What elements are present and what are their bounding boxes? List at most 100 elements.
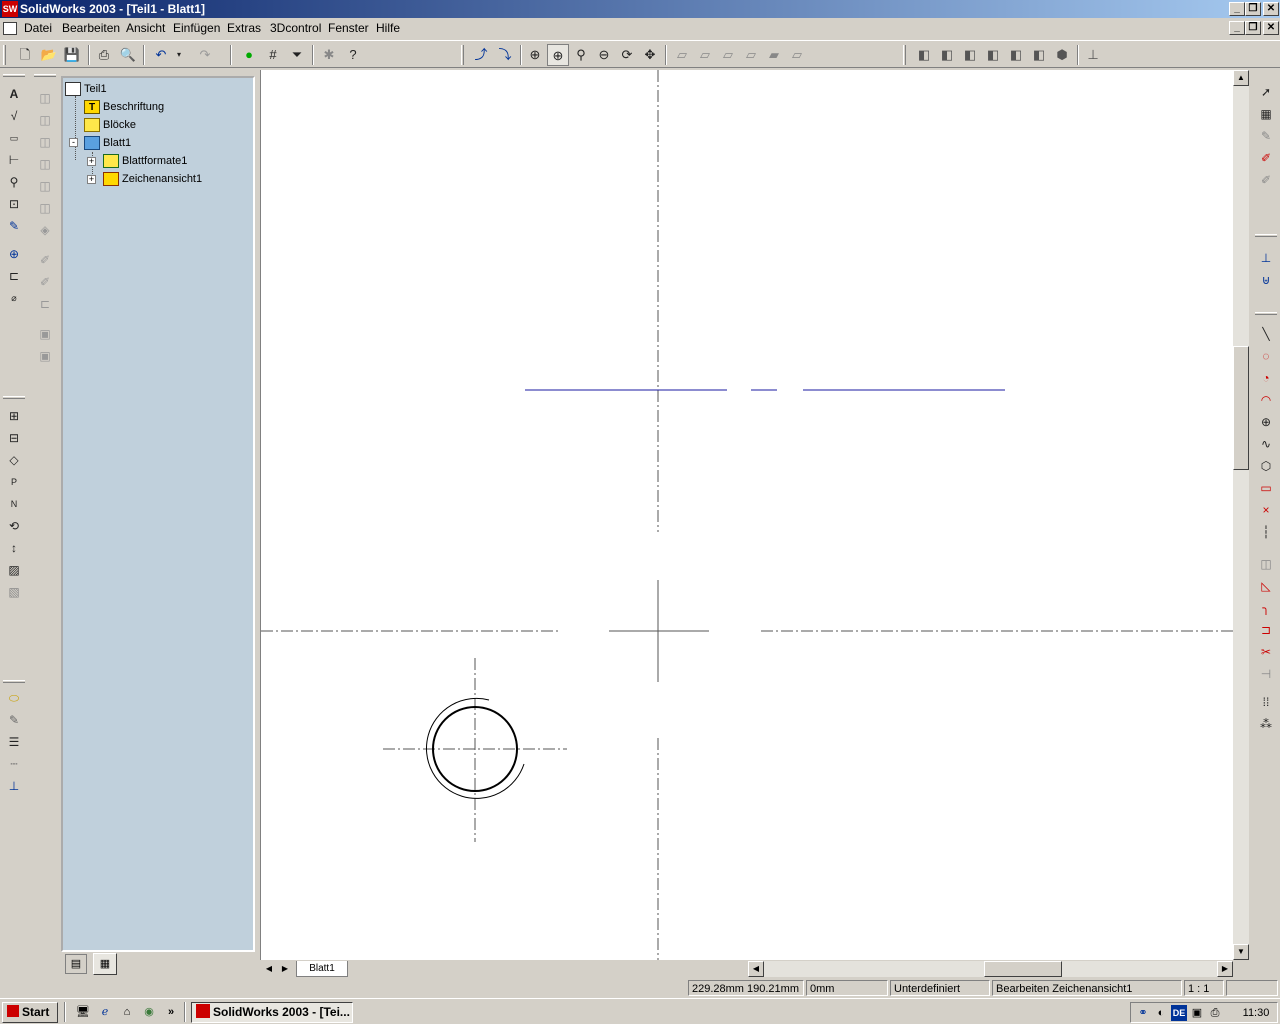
point-icon[interactable]: × (1256, 500, 1276, 520)
rebuild-icon[interactable]: ● (238, 44, 260, 66)
quicklaunch-more-icon[interactable]: » (164, 1003, 178, 1021)
vertical-scrollbar[interactable]: ▲ ▼ (1233, 70, 1249, 960)
model-view-icon[interactable]: ◫ (35, 88, 55, 108)
rotate-icon[interactable]: ⟲ (4, 516, 24, 536)
undo-dropdown-icon[interactable]: ▾ (168, 44, 190, 66)
prev-sheet-icon[interactable]: ◀ (262, 962, 276, 976)
offset-icon[interactable]: ⊐ (1256, 620, 1276, 640)
doc-close-button[interactable]: ✕ (1263, 21, 1279, 35)
left-view-icon[interactable]: ◧ (959, 44, 981, 66)
tree-item-blattformate1[interactable]: Blattformate1 (103, 152, 187, 170)
quicklaunch-ie-icon[interactable]: ℯ (96, 1003, 114, 1021)
restore-button[interactable]: ❐ (1245, 2, 1261, 16)
layer-icon[interactable]: ◇ (4, 450, 24, 470)
crop-view-icon[interactable]: ◈ (35, 220, 55, 240)
menu-extras[interactable]: Extras (223, 21, 265, 36)
quicklaunch-network-icon[interactable]: ⌂ (118, 1003, 136, 1021)
tray-device-icon[interactable]: ⎙ (1207, 1005, 1223, 1021)
smart-dimension-icon[interactable]: ✐ (1256, 148, 1276, 168)
relative-view-icon[interactable]: ▣ (35, 324, 55, 344)
tree-root-teil1[interactable]: Teil1 (65, 80, 107, 98)
predefined-view-icon[interactable]: ▣ (35, 346, 55, 366)
tangent-arc-icon[interactable]: ◔ (1256, 368, 1276, 388)
toolbar-grip[interactable] (3, 45, 6, 65)
help-icon[interactable]: ? (342, 44, 364, 66)
datum-target-icon[interactable]: ⊡ (4, 194, 24, 214)
detail-view-icon[interactable]: ◫ (35, 198, 55, 218)
linear-pattern-icon[interactable]: ⁞⁞ (1256, 692, 1276, 712)
fillet-icon[interactable]: ◺ (1256, 576, 1276, 596)
menu-datei[interactable]: Datei (20, 21, 56, 36)
three-point-arc-icon[interactable]: ◠ (1256, 390, 1276, 410)
circle-icon[interactable]: ⊕ (1256, 412, 1276, 432)
doc-restore-button[interactable]: ❐ (1245, 21, 1261, 35)
sketch-entity-icon[interactable]: ✐ (1256, 170, 1276, 190)
filter-icon[interactable]: ⏷ (286, 44, 308, 66)
centerline-icon[interactable]: ┆ (1256, 522, 1276, 542)
align-icon[interactable]: ⊞ (4, 406, 24, 426)
standard-3-view-icon[interactable]: ◫ (35, 110, 55, 130)
toolbar-grip-view[interactable] (461, 45, 464, 65)
align-grid-icon[interactable]: ⊟ (4, 428, 24, 448)
redo-icon[interactable]: ↷ (194, 44, 216, 66)
layer-properties-icon[interactable]: ⬭ (4, 688, 24, 708)
trim-icon[interactable]: ✂ (1256, 642, 1276, 662)
diameter-icon[interactable]: ⌀ (4, 288, 24, 308)
polygon-icon[interactable]: ⬡ (1256, 456, 1276, 476)
note-icon[interactable]: A (4, 84, 24, 104)
print-icon[interactable]: ⎙ (93, 44, 115, 66)
surface-finish-icon[interactable]: √ (4, 106, 24, 126)
spline-icon[interactable]: ∿ (1256, 434, 1276, 454)
menu-3dcontrol[interactable]: 3Dcontrol (266, 21, 325, 36)
scroll-up-icon[interactable]: ▲ (1233, 70, 1249, 86)
move-icon[interactable]: ↕ (4, 538, 24, 558)
grid-icon[interactable]: # (262, 44, 284, 66)
grid-snap-icon[interactable]: ▦ (1256, 104, 1276, 124)
previous-view-icon[interactable]: ⤴ (470, 44, 492, 66)
open-folder-icon[interactable]: 📂 (38, 44, 60, 66)
quicklaunch-desktop-icon[interactable]: 🖥 (74, 1003, 92, 1021)
redraw-icon[interactable]: ⤵ (494, 44, 516, 66)
zoom-in-out-icon[interactable]: ⚲ (570, 44, 592, 66)
vertical-scroll-thumb[interactable] (1233, 346, 1249, 470)
tree-item-blatt1[interactable]: Blatt1 (84, 134, 131, 152)
weld-symbol-icon[interactable]: ✎ (4, 216, 24, 236)
tree-item-zeichenansicht1[interactable]: Zeichenansicht1 (103, 170, 202, 188)
broken-view-icon[interactable]: ✐ (35, 250, 55, 270)
rectangle-icon[interactable]: ▭ (1256, 478, 1276, 498)
horizontal-scrollbar[interactable]: ◀ ▶ (748, 961, 1233, 977)
menu-fenster[interactable]: Fenster (324, 21, 373, 36)
menu-bearbeiten[interactable]: Bearbeiten (58, 21, 124, 36)
view-wireframe-icon[interactable]: ▱ (671, 44, 693, 66)
options-icon[interactable]: ✱ (318, 44, 340, 66)
image-icon[interactable]: ▨ (4, 560, 24, 580)
toolbar-grip-standard-views[interactable] (903, 45, 906, 65)
start-button[interactable]: Start (2, 1002, 58, 1023)
rotate-view-icon[interactable]: ⟳ (616, 44, 638, 66)
tree-item-beschriftung[interactable]: T Beschriftung (84, 98, 164, 116)
color-display-icon[interactable]: ⊥ (4, 776, 24, 796)
save-icon[interactable]: 💾 (61, 44, 83, 66)
normal-to-icon[interactable]: ⊥ (1082, 44, 1104, 66)
expand-zeichenansicht1-icon[interactable]: + (87, 175, 96, 184)
view-shaded-icon[interactable]: ▰ (763, 44, 785, 66)
menu-ansicht[interactable]: Ansicht (122, 21, 169, 36)
collapse-blatt1-icon[interactable]: - (69, 138, 78, 147)
property-tab-icon[interactable]: ▦ (93, 953, 117, 975)
empty-view-icon[interactable]: ⊏ (35, 294, 55, 314)
next-sheet-icon[interactable]: ▶ (278, 962, 292, 976)
menu-hilfe[interactable]: Hilfe (372, 21, 404, 36)
line-icon[interactable]: ╲ (1256, 324, 1276, 344)
drawing-canvas[interactable] (260, 70, 1234, 960)
section-view-icon[interactable]: ◫ (35, 176, 55, 196)
menu-einfuegen[interactable]: Einfügen (169, 21, 224, 36)
taskbar-solidworks-button[interactable]: SolidWorks 2003 - [Tei... (191, 1002, 353, 1023)
doc-minimize-button[interactable]: _ (1229, 21, 1245, 35)
select-arrow-icon[interactable]: ➚ (1256, 82, 1276, 102)
top-view-icon[interactable]: ◧ (1005, 44, 1027, 66)
add-relation-icon[interactable]: ⊥ (1256, 248, 1276, 268)
tray-display-icon[interactable]: ▣ (1189, 1005, 1205, 1021)
alternate-position-icon[interactable]: ✐ (35, 272, 55, 292)
zoom-selection-icon[interactable]: ⊖ (593, 44, 615, 66)
back-view-icon[interactable]: ◧ (936, 44, 958, 66)
